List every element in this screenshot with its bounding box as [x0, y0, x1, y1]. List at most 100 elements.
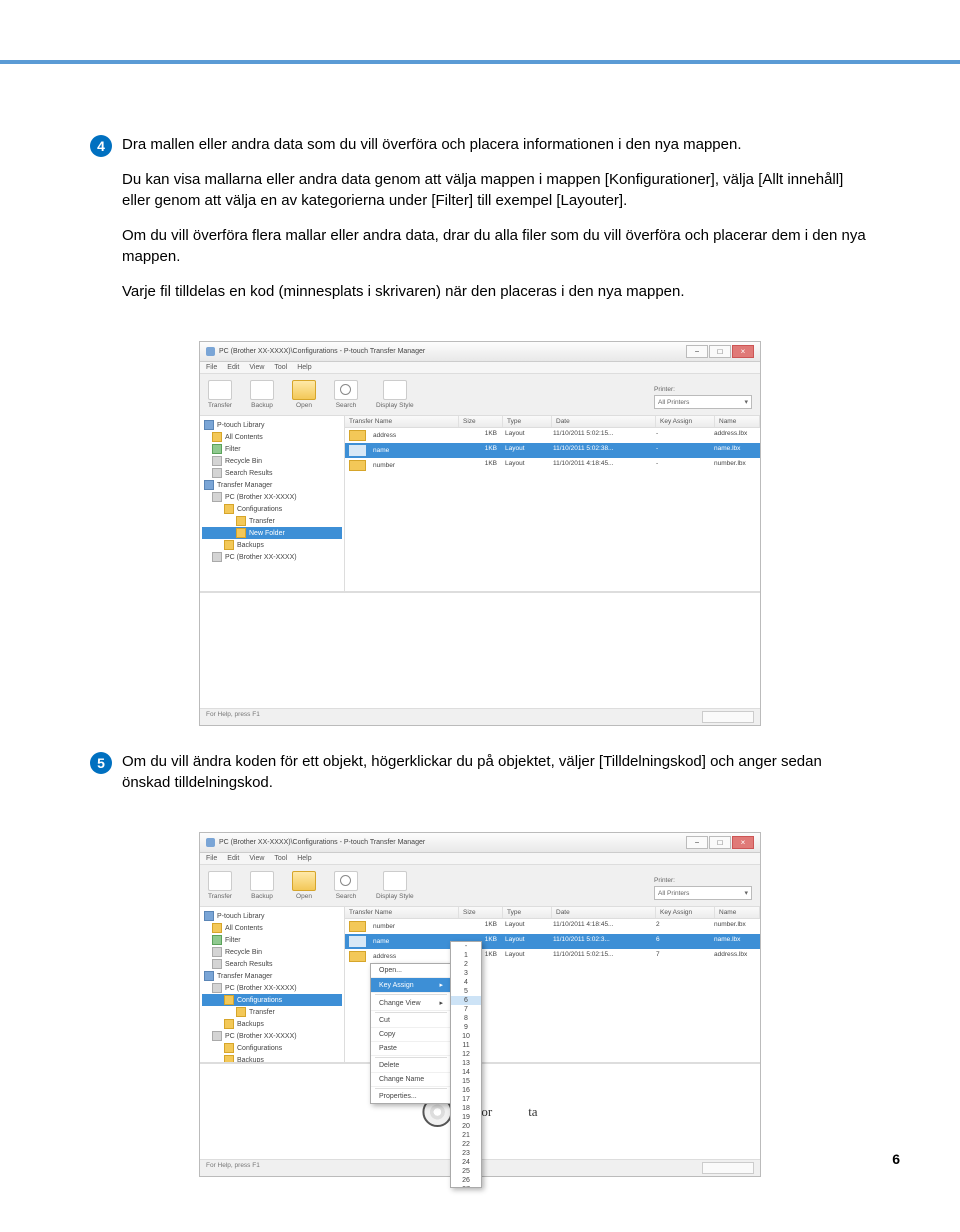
- key-item[interactable]: 2: [451, 960, 481, 969]
- tree-configurations[interactable]: Configurations: [202, 503, 342, 515]
- tree-configurations-2[interactable]: Configurations: [202, 1042, 342, 1054]
- toolbar-display[interactable]: Display Style: [376, 380, 414, 409]
- tree-all-contents[interactable]: All Contents: [202, 431, 342, 443]
- tree-transfer-folder[interactable]: Transfer: [202, 1006, 342, 1018]
- key-item[interactable]: 24: [451, 1158, 481, 1167]
- key-item[interactable]: 8: [451, 1014, 481, 1023]
- key-item[interactable]: 4: [451, 978, 481, 987]
- key-item[interactable]: 1: [451, 951, 481, 960]
- col-type[interactable]: Type: [503, 907, 552, 918]
- close-button[interactable]: ×: [732, 345, 754, 358]
- key-item[interactable]: 11: [451, 1041, 481, 1050]
- col-key[interactable]: Key Assign: [656, 416, 715, 427]
- list-row[interactable]: number 1KB Layout 11/10/2011 4:18:45... …: [345, 458, 760, 473]
- tree-search-results[interactable]: Search Results: [202, 467, 342, 479]
- tree-ptouch-library[interactable]: P-touch Library: [202, 910, 342, 922]
- ctx-properties[interactable]: Properties...: [371, 1090, 451, 1103]
- key-item[interactable]: 18: [451, 1104, 481, 1113]
- col-type[interactable]: Type: [503, 416, 552, 427]
- tree-recycle[interactable]: Recycle Bin: [202, 946, 342, 958]
- toolbar-search[interactable]: Search: [334, 871, 358, 900]
- tree-pc2[interactable]: PC (Brother XX-XXXX): [202, 551, 342, 563]
- menu-file[interactable]: File: [206, 855, 217, 862]
- toolbar-open[interactable]: Open: [292, 380, 316, 409]
- key-item[interactable]: 10: [451, 1032, 481, 1041]
- key-item[interactable]: 25: [451, 1167, 481, 1176]
- tree-filter[interactable]: Filter: [202, 443, 342, 455]
- col-date[interactable]: Date: [552, 907, 656, 918]
- menu-view[interactable]: View: [249, 855, 264, 862]
- tree-all-contents[interactable]: All Contents: [202, 922, 342, 934]
- menu-tool[interactable]: Tool: [274, 855, 287, 862]
- tree-recycle[interactable]: Recycle Bin: [202, 455, 342, 467]
- list-row[interactable]: address 1KBLayout 11/10/2011 5:02:15...7…: [345, 949, 760, 964]
- tree-transfer-mgr[interactable]: Transfer Manager: [202, 970, 342, 982]
- key-item[interactable]: 19: [451, 1113, 481, 1122]
- key-item[interactable]: -: [451, 942, 481, 951]
- ctx-rename[interactable]: Change Name: [371, 1073, 451, 1087]
- list-row[interactable]: address 1KB Layout 11/10/2011 5:02:15...…: [345, 428, 760, 443]
- toolbar-backup[interactable]: Backup: [250, 380, 274, 409]
- context-menu[interactable]: Open... Key Assign▸ Change View▸ Cut Cop…: [370, 963, 452, 1104]
- list-row[interactable]: name 1KBLayout 11/10/2011 5:02:3...6 nam…: [345, 934, 760, 949]
- menu-help[interactable]: Help: [297, 855, 311, 862]
- maximize-button[interactable]: □: [709, 345, 731, 358]
- key-item[interactable]: 12: [451, 1050, 481, 1059]
- ctx-open[interactable]: Open...: [371, 964, 451, 978]
- col-size[interactable]: Size: [459, 416, 503, 427]
- tree-view[interactable]: P-touch Library All Contents Filter Recy…: [200, 416, 345, 591]
- minimize-button[interactable]: −: [686, 836, 708, 849]
- tree-search-results[interactable]: Search Results: [202, 958, 342, 970]
- close-button[interactable]: ×: [732, 836, 754, 849]
- tree-pc1[interactable]: PC (Brother XX-XXXX): [202, 982, 342, 994]
- key-item[interactable]: 14: [451, 1068, 481, 1077]
- key-item[interactable]: 13: [451, 1059, 481, 1068]
- col-file[interactable]: Name: [715, 907, 760, 918]
- col-key[interactable]: Key Assign: [656, 907, 715, 918]
- menu-view[interactable]: View: [249, 364, 264, 371]
- ctx-key-assign[interactable]: Key Assign▸: [371, 978, 451, 993]
- toolbar-display[interactable]: Display Style: [376, 871, 414, 900]
- toolbar-open[interactable]: Open: [292, 871, 316, 900]
- tree-transfer-folder[interactable]: Transfer: [202, 515, 342, 527]
- printer-select[interactable]: All Printers▾: [654, 395, 752, 409]
- col-size[interactable]: Size: [459, 907, 503, 918]
- ctx-change-view[interactable]: Change View▸: [371, 996, 451, 1011]
- tree-new-folder[interactable]: New Folder: [202, 527, 342, 539]
- printer-select[interactable]: All Printers▾: [654, 886, 752, 900]
- toolbar-search[interactable]: Search: [334, 380, 358, 409]
- key-item[interactable]: 6: [451, 996, 481, 1005]
- menu-file[interactable]: File: [206, 364, 217, 371]
- tree-filter[interactable]: Filter: [202, 934, 342, 946]
- key-item[interactable]: 5: [451, 987, 481, 996]
- tree-view[interactable]: P-touch Library All Contents Filter Recy…: [200, 907, 345, 1062]
- toolbar-transfer[interactable]: Transfer: [208, 871, 232, 900]
- key-item[interactable]: 3: [451, 969, 481, 978]
- toolbar-transfer[interactable]: Transfer: [208, 380, 232, 409]
- col-name[interactable]: Transfer Name: [345, 416, 459, 427]
- minimize-button[interactable]: −: [686, 345, 708, 358]
- tree-backups-2[interactable]: Backups: [202, 1054, 342, 1062]
- key-item[interactable]: 26: [451, 1176, 481, 1185]
- key-item[interactable]: 22: [451, 1140, 481, 1149]
- key-item[interactable]: 17: [451, 1095, 481, 1104]
- key-assign-submenu[interactable]: - 12345678910111213141516171819202122232…: [450, 941, 482, 1188]
- tree-backups[interactable]: Backups: [202, 539, 342, 551]
- ctx-paste[interactable]: Paste: [371, 1042, 451, 1056]
- ctx-delete[interactable]: Delete: [371, 1059, 451, 1073]
- key-item[interactable]: 15: [451, 1077, 481, 1086]
- key-item[interactable]: 9: [451, 1023, 481, 1032]
- ctx-cut[interactable]: Cut: [371, 1014, 451, 1028]
- key-item[interactable]: 16: [451, 1086, 481, 1095]
- menu-edit[interactable]: Edit: [227, 364, 239, 371]
- menu-edit[interactable]: Edit: [227, 855, 239, 862]
- col-name[interactable]: Transfer Name: [345, 907, 459, 918]
- menu-help[interactable]: Help: [297, 364, 311, 371]
- col-file[interactable]: Name: [715, 416, 760, 427]
- ctx-copy[interactable]: Copy: [371, 1028, 451, 1042]
- maximize-button[interactable]: □: [709, 836, 731, 849]
- tree-transfer-mgr[interactable]: Transfer Manager: [202, 479, 342, 491]
- tree-pc2[interactable]: PC (Brother XX-XXXX): [202, 1030, 342, 1042]
- list-row[interactable]: name 1KB Layout 11/10/2011 5:02:38... - …: [345, 443, 760, 458]
- menu-tool[interactable]: Tool: [274, 364, 287, 371]
